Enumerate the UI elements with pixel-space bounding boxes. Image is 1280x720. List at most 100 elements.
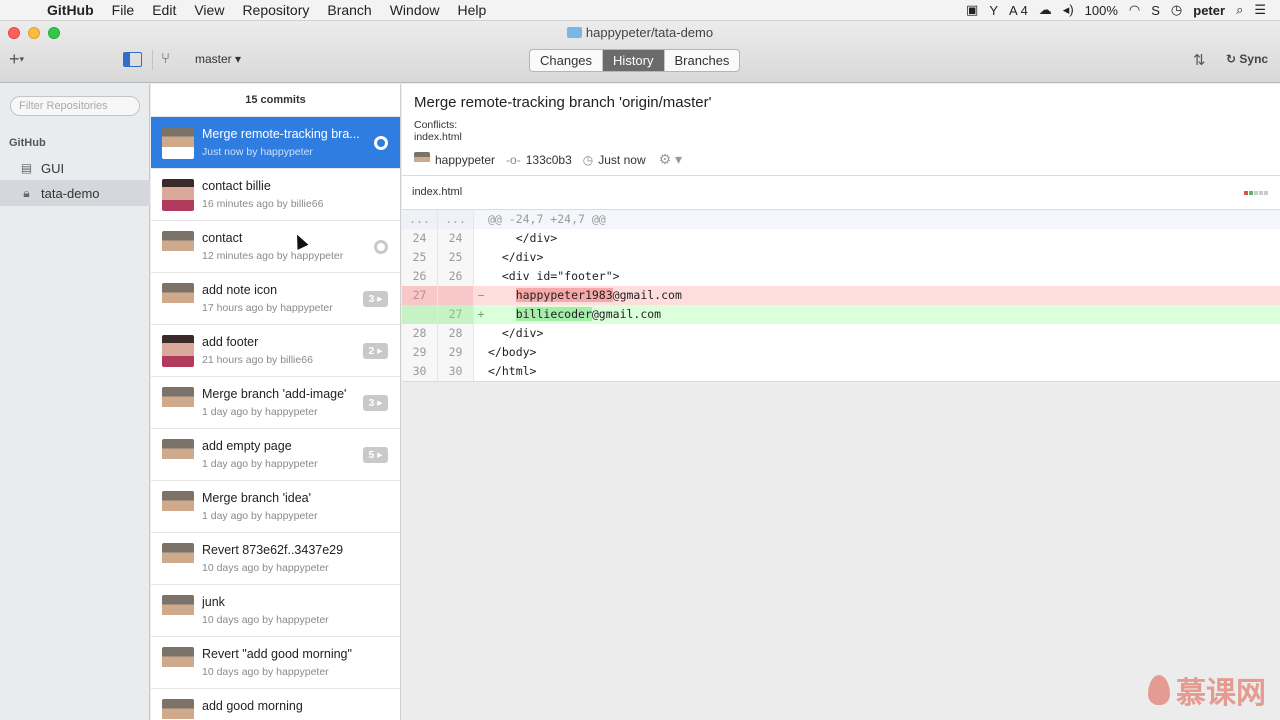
diff-line[interactable]: 27 + billiecoder@gmail.com xyxy=(402,305,1280,324)
author-avatar xyxy=(162,335,194,367)
commit-meta: 10 days ago by happypeter xyxy=(202,666,329,678)
commit-row[interactable]: Merge remote-tracking bra... Just now by … xyxy=(151,117,400,169)
code-text: <div id="footer"> xyxy=(488,269,620,283)
commit-meta: 17 hours ago by happypeter xyxy=(202,302,333,314)
volume-icon[interactable]: ◂) xyxy=(1063,2,1074,18)
commit-count-badge[interactable]: 3 ▸ xyxy=(363,291,388,307)
commit-row[interactable]: add good morning xyxy=(151,689,400,720)
clock-icon: ◷ xyxy=(582,152,594,167)
commit-row[interactable]: add empty page 1 day ago by happypeter 5 ▸ xyxy=(151,429,400,481)
diff-code: @@ -24,7 +24,7 @@ xyxy=(488,210,606,229)
clock-icon[interactable]: ◷ xyxy=(1171,2,1182,18)
commit-meta: happypeter -o- 133c0b3 ◷ Just now ⚙ ▾ xyxy=(414,151,682,168)
commit-title: junk xyxy=(202,595,225,609)
commit-author[interactable]: happypeter xyxy=(435,153,495,167)
status-area: ▣ Y A 4 ☁ ◂) 100% ◠ S ◷ peter ⌕ ☰ xyxy=(966,2,1280,18)
diff-line[interactable]: 30 30 </html> xyxy=(402,362,1280,381)
repo-group-label: GitHub xyxy=(9,137,46,149)
spotlight-search-icon[interactable]: ⌕ xyxy=(1236,2,1243,18)
commit-row[interactable]: add note icon 17 hours ago by happypeter 3… xyxy=(151,273,400,325)
diff-line[interactable]: 26 26 <div id="footer"> xyxy=(402,267,1280,286)
old-line-number: 24 xyxy=(402,229,438,248)
commit-title: add note icon xyxy=(202,283,278,297)
sync-button[interactable]: ↻ Sync xyxy=(1226,52,1268,66)
filter-repositories-input[interactable]: Filter Repositories xyxy=(10,96,140,116)
menu-view[interactable]: View xyxy=(185,2,233,18)
menu-help[interactable]: Help xyxy=(449,2,496,18)
commit-title: add footer xyxy=(202,335,259,349)
flame-icon xyxy=(1148,675,1170,705)
commit-count-badge[interactable]: 3 ▸ xyxy=(363,395,388,411)
menu-app[interactable]: GitHub xyxy=(38,2,103,18)
diff-line[interactable]: 27 − happypeter1983@gmail.com xyxy=(402,286,1280,305)
branch-selector[interactable]: master ▾ xyxy=(195,52,241,66)
camera-icon[interactable]: ▣ xyxy=(966,2,978,18)
repo-name: GUI xyxy=(41,160,65,176)
code-text: @gmail.com xyxy=(612,288,682,302)
repo-item-tata-demo[interactable]: 🔒︎ tata-demo xyxy=(0,180,150,206)
author-avatar xyxy=(162,543,194,575)
author-avatar xyxy=(162,387,194,419)
author-avatar xyxy=(162,231,194,263)
author-avatar xyxy=(162,699,194,720)
antenna-icon[interactable]: Y xyxy=(989,3,998,18)
commit-row[interactable]: junk 10 days ago by happypeter xyxy=(151,585,400,637)
commit-row[interactable]: contact 12 minutes ago by happypeter xyxy=(151,221,400,273)
menu-user[interactable]: peter xyxy=(1193,3,1225,18)
commit-row[interactable]: contact billie 16 minutes ago by billie66 xyxy=(151,169,400,221)
notification-list-icon[interactable]: ☰ xyxy=(1254,2,1266,18)
toggle-sidebar-icon[interactable] xyxy=(123,52,142,67)
tab-history[interactable]: History xyxy=(603,50,665,71)
commit-count-badge[interactable]: 2 ▸ xyxy=(363,343,388,359)
commit-row[interactable]: Merge branch 'add-image' 1 day ago by hap… xyxy=(151,377,400,429)
diff-sign: − xyxy=(477,288,485,302)
diff-line[interactable]: 29 29 </body> xyxy=(402,343,1280,362)
commit-row[interactable]: Merge branch 'idea' 1 day ago by happypet… xyxy=(151,481,400,533)
pull-request-icon[interactable]: ⇅ xyxy=(1193,51,1206,69)
old-line-number: ... xyxy=(402,210,438,229)
branch-icon[interactable]: ⑂ xyxy=(161,50,170,67)
unpushed-ring-icon xyxy=(374,240,388,254)
repo-item-gui[interactable]: ▤ GUI xyxy=(0,155,150,181)
battery-percent[interactable]: 100% xyxy=(1085,3,1118,18)
workspace-icon[interactable]: A 4 xyxy=(1009,3,1028,18)
menu-branch[interactable]: Branch xyxy=(318,2,380,18)
diff-sign xyxy=(474,267,488,286)
commit-title: add good morning xyxy=(202,699,303,713)
wifi-icon[interactable]: ◠ xyxy=(1129,2,1140,18)
commit-row[interactable]: Revert "add good morning" 10 days ago by … xyxy=(151,637,400,689)
app-s-icon[interactable]: S xyxy=(1151,3,1160,18)
menu-repository[interactable]: Repository xyxy=(233,2,318,18)
commit-row[interactable]: add footer 21 hours ago by billie66 2 ▸ xyxy=(151,325,400,377)
diff-file-name[interactable]: index.html xyxy=(412,186,462,198)
commit-meta: 1 day ago by happypeter xyxy=(202,458,318,470)
code-text: @@ -24,7 +24,7 @@ xyxy=(488,212,606,226)
new-line-number: 24 xyxy=(438,229,474,248)
diff-line[interactable]: 24 24 </div> xyxy=(402,229,1280,248)
commit-sha[interactable]: 133c0b3 xyxy=(526,153,572,167)
commit-meta: 1 day ago by happypeter xyxy=(202,406,318,418)
tab-changes[interactable]: Changes xyxy=(530,50,604,71)
diff-line[interactable]: 25 25 </div> xyxy=(402,248,1280,267)
commit-meta: 16 minutes ago by billie66 xyxy=(202,198,324,210)
menu-window[interactable]: Window xyxy=(381,2,449,18)
commit-count-badge[interactable]: 5 ▸ xyxy=(363,447,388,463)
diff-hunk-header[interactable]: ...... @@ -24,7 +24,7 @@ xyxy=(402,210,1280,229)
menu-file[interactable]: File xyxy=(103,2,144,18)
gear-icon[interactable]: ⚙ ▾ xyxy=(659,151,682,168)
diff-line[interactable]: 28 28 </div> xyxy=(402,324,1280,343)
tab-branches[interactable]: Branches xyxy=(665,50,740,71)
code-text: </body> xyxy=(488,345,537,359)
view-tabs: Changes History Branches xyxy=(529,49,741,72)
diff-file-header: index.html xyxy=(402,176,1280,210)
new-line-number: 29 xyxy=(438,343,474,362)
commit-row[interactable]: Revert 873e62f..3437e29 10 days ago by ha… xyxy=(151,533,400,585)
add-repository-button[interactable]: +▾ xyxy=(9,49,24,70)
toolbar: +▾ ⑂ master ▾ Changes History Branches ⇅… xyxy=(0,47,1280,73)
menu-edit[interactable]: Edit xyxy=(143,2,185,18)
cloud-icon[interactable]: ☁ xyxy=(1039,2,1052,18)
new-line-number: 27 xyxy=(438,305,474,324)
author-avatar xyxy=(162,647,194,679)
